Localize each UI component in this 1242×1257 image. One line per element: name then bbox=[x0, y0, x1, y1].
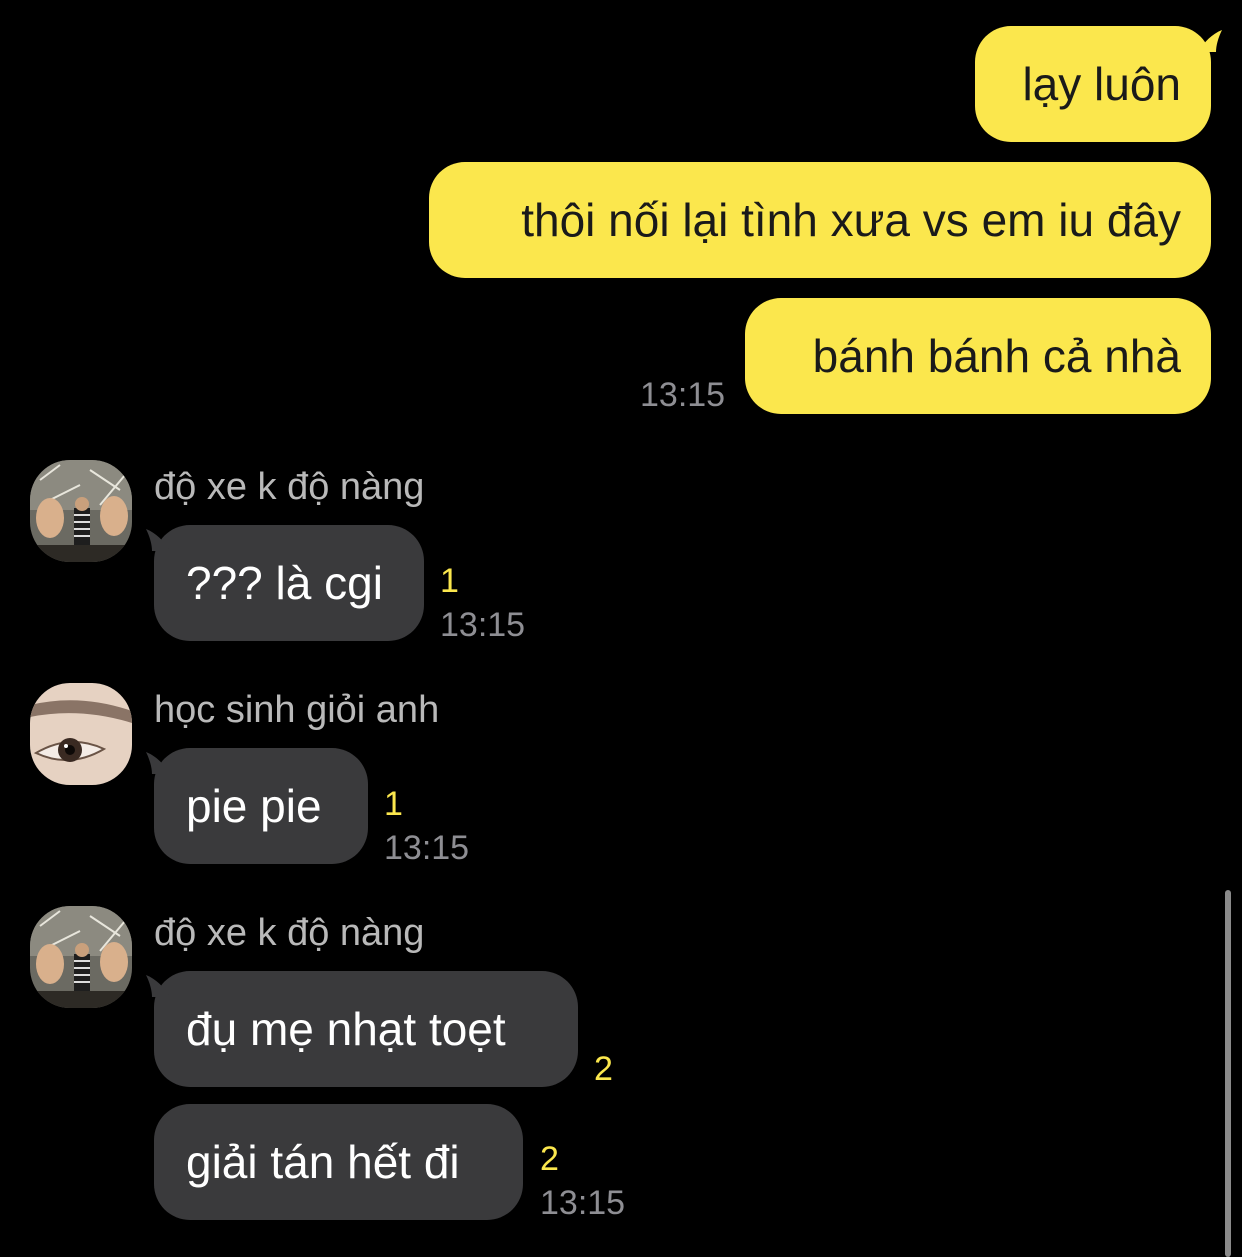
bubble-tail bbox=[146, 752, 170, 774]
message-text: giải tán hết đi bbox=[186, 1136, 460, 1188]
outgoing-message[interactable]: thôi nối lại tình xưa vs em iu đây bbox=[429, 162, 1211, 278]
bubble-tail bbox=[1198, 30, 1222, 52]
message-timestamp: 13:15 bbox=[640, 376, 726, 414]
message-text: bánh bánh cả nhà bbox=[812, 330, 1181, 382]
unread-count: 2 bbox=[594, 1050, 613, 1088]
incoming-message[interactable]: ??? là cgi bbox=[154, 525, 424, 641]
thumbs-up-person-avatar[interactable] bbox=[30, 460, 132, 562]
unread-count: 1 bbox=[440, 562, 459, 600]
unread-count: 1 bbox=[384, 785, 403, 823]
incoming-message[interactable]: giải tán hết đi bbox=[154, 1104, 523, 1220]
sender-name: độ xe k độ nàng bbox=[154, 466, 425, 508]
message-timestamp: 13:15 bbox=[384, 829, 470, 867]
eye-closeup-avatar[interactable] bbox=[30, 683, 132, 785]
incoming-message[interactable]: đụ mẹ nhạt toẹt bbox=[154, 971, 578, 1087]
message-text: lạy luôn bbox=[1022, 58, 1181, 110]
message-text: pie pie bbox=[186, 780, 322, 832]
scrollbar[interactable] bbox=[1225, 890, 1231, 1257]
sender-name: học sinh giỏi anh bbox=[154, 689, 440, 731]
outgoing-message[interactable]: lạy luôn bbox=[975, 26, 1211, 142]
sender-name: độ xe k độ nàng bbox=[154, 912, 425, 954]
unread-count: 2 bbox=[540, 1140, 559, 1178]
message-timestamp: 13:15 bbox=[440, 606, 526, 644]
bubble-tail bbox=[146, 529, 170, 551]
message-text: thôi nối lại tình xưa vs em iu đây bbox=[521, 194, 1181, 246]
message-text: ??? là cgi bbox=[186, 557, 383, 609]
incoming-message[interactable]: pie pie bbox=[154, 748, 368, 864]
thumbs-up-person-avatar[interactable] bbox=[30, 906, 132, 1008]
outgoing-message[interactable]: bánh bánh cả nhà bbox=[745, 298, 1211, 414]
bubble-tail bbox=[146, 975, 170, 997]
message-text: đụ mẹ nhạt toẹt bbox=[186, 1003, 506, 1055]
message-timestamp: 13:15 bbox=[540, 1184, 626, 1222]
